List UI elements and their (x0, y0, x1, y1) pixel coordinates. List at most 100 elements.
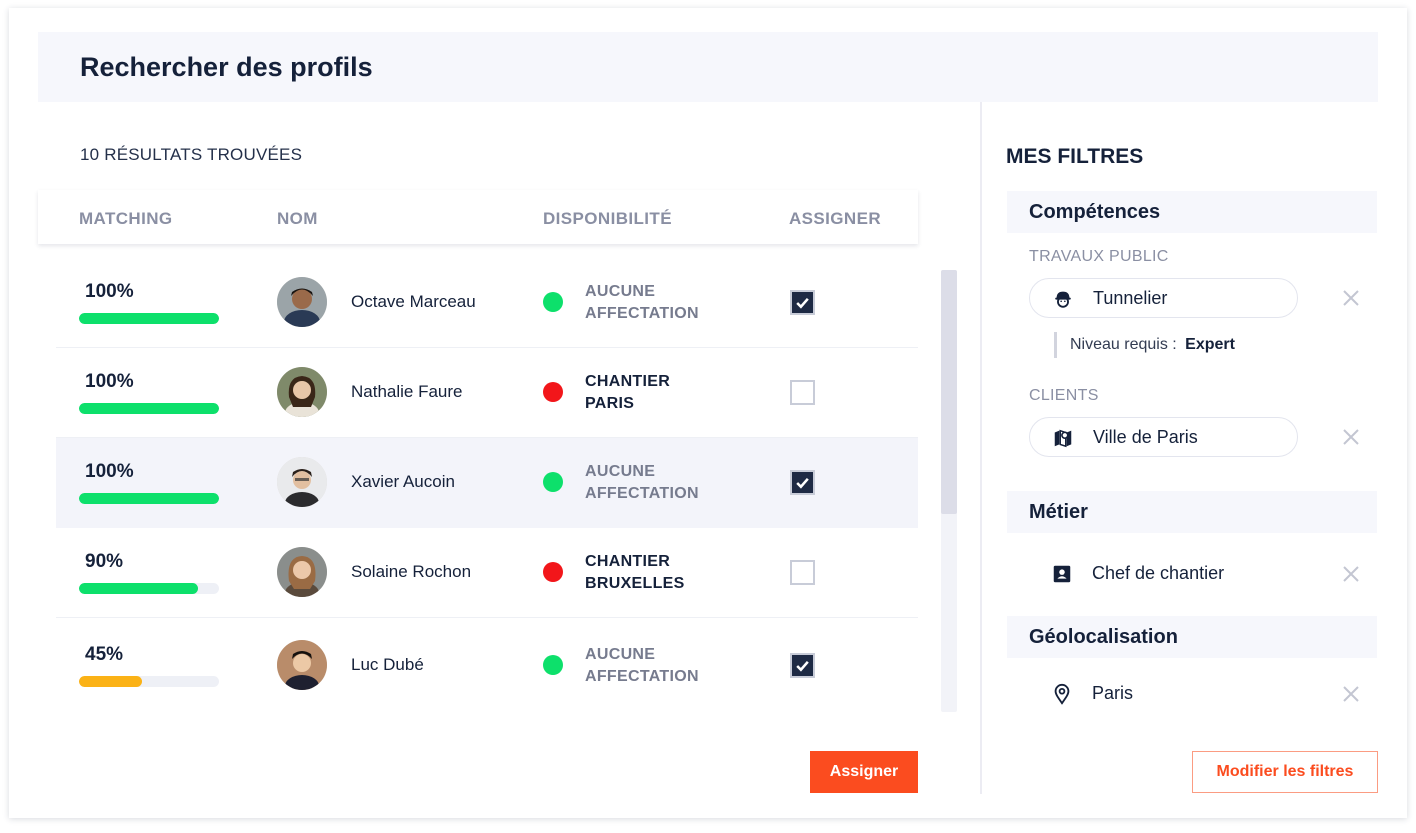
niveau-label: Niveau requis : (1070, 336, 1177, 353)
table-row: 100% Nathalie Faure CHANTIER PARIS (56, 348, 918, 438)
section-label: Compétences (1029, 201, 1161, 223)
modify-filters-button[interactable]: Modifier les filtres (1192, 751, 1378, 793)
assign-checkbox[interactable] (790, 290, 815, 315)
matching-percent: 100% (85, 371, 134, 392)
filter-section-metier: Métier (1007, 491, 1377, 533)
avatar (277, 367, 327, 417)
close-icon[interactable] (1341, 564, 1361, 584)
availability-dot (543, 292, 563, 312)
filters-title: MES FILTRES (1006, 145, 1144, 168)
assign-checkbox[interactable] (790, 653, 815, 678)
avatar (277, 457, 327, 507)
assign-button[interactable]: Assigner (810, 751, 918, 793)
checkmark-icon (796, 660, 809, 672)
availability-status: CHANTIER PARIS (585, 371, 715, 415)
avatar (277, 640, 327, 690)
status-line-2: AFFECTATION (585, 668, 699, 685)
matching-bar (79, 403, 219, 414)
matching-percent: 90% (85, 551, 124, 572)
filter-item-chef-de-chantier[interactable]: Chef de chantier (1029, 554, 1298, 594)
filter-chip-ville-de-paris[interactable]: Ville de Paris (1029, 417, 1298, 457)
profile-name[interactable]: Xavier Aucoin (351, 472, 455, 492)
profile-name[interactable]: Nathalie Faure (351, 382, 463, 402)
results-list: 100% Octave Marceau AUCUNE AFFECTATION 1… (56, 258, 918, 713)
matching-bar-fill (79, 583, 198, 594)
matching-bar (79, 676, 219, 687)
availability-status: AUCUNE AFFECTATION (585, 461, 715, 505)
status-line-2: AFFECTATION (585, 305, 699, 322)
travaux-public-label: TRAVAUX PUBLIC (1029, 248, 1169, 265)
filter-item-paris[interactable]: Paris (1029, 674, 1298, 714)
availability-dot (543, 472, 563, 492)
page-header: Rechercher des profils (38, 32, 1378, 102)
niveau-requis: Niveau requis : Expert (1054, 332, 1235, 358)
status-line-1: AUCUNE (585, 646, 656, 663)
filter-item-label: Paris (1092, 683, 1134, 703)
matching-percent: 100% (85, 461, 134, 482)
matching-bar (79, 313, 219, 324)
status-line-2: AFFECTATION (585, 485, 699, 502)
matching-bar-fill (79, 313, 219, 324)
filter-section-geolocalisation: Géolocalisation (1007, 616, 1377, 658)
availability-status: AUCUNE AFFECTATION (585, 281, 715, 325)
profile-name[interactable]: Luc Dubé (351, 655, 424, 675)
matching-bar (79, 583, 219, 594)
clients-label: CLIENTS (1029, 387, 1099, 404)
results-scrollbar[interactable] (941, 270, 957, 712)
niveau-value: Expert (1185, 336, 1235, 353)
matching-percent: 45% (85, 644, 124, 665)
map-pin-icon (1054, 429, 1072, 448)
filter-section-competences: Compétences (1007, 191, 1377, 233)
status-line-1: CHANTIER (585, 553, 671, 570)
section-label: Métier (1029, 501, 1088, 523)
table-header: MATCHING NOM DISPONIBILITÉ ASSIGNER (38, 190, 918, 244)
assign-checkbox[interactable] (790, 560, 815, 585)
profile-name[interactable]: Octave Marceau (351, 292, 476, 312)
matching-bar-fill (79, 403, 219, 414)
assign-checkbox[interactable] (790, 470, 815, 495)
table-row: 90% Solaine Rochon CHANTIER BRUXELLES (56, 528, 918, 618)
filter-chip-label: Ville de Paris (1093, 427, 1198, 447)
scrollbar-thumb[interactable] (941, 270, 957, 514)
checkmark-icon (796, 477, 809, 489)
status-line-1: AUCUNE (585, 283, 656, 300)
status-line-1: CHANTIER (585, 373, 671, 390)
matching-bar-fill (79, 676, 142, 687)
availability-status: CHANTIER BRUXELLES (585, 551, 715, 595)
page-title: Rechercher des profils (80, 52, 373, 82)
availability-dot (543, 562, 563, 582)
filter-chip-tunnelier[interactable]: Tunnelier (1029, 278, 1298, 318)
column-disponibilite: DISPONIBILITÉ (543, 209, 672, 228)
avatar (277, 277, 327, 327)
profile-name[interactable]: Solaine Rochon (351, 562, 471, 582)
status-line-2: PARIS (585, 395, 635, 412)
panel-divider (980, 102, 982, 794)
worker-helmet-icon (1055, 291, 1071, 308)
filter-item-label: Chef de chantier (1092, 563, 1225, 583)
status-line-1: AUCUNE (585, 463, 656, 480)
status-line-2: BRUXELLES (585, 575, 685, 592)
column-nom: NOM (277, 209, 318, 228)
matching-bar (79, 493, 219, 504)
checkmark-icon (796, 297, 809, 309)
column-assigner: ASSIGNER (789, 209, 881, 228)
availability-dot (543, 382, 563, 402)
table-row: 45% Luc Dubé AUCUNE AFFECTATION (56, 621, 918, 711)
close-icon[interactable] (1341, 427, 1361, 447)
availability-status: AUCUNE AFFECTATION (585, 644, 715, 688)
table-row: 100% Octave Marceau AUCUNE AFFECTATION (56, 258, 918, 348)
location-pin-icon (1054, 683, 1070, 705)
close-icon[interactable] (1341, 684, 1361, 704)
matching-bar-fill (79, 493, 219, 504)
section-label: Géolocalisation (1029, 626, 1178, 648)
results-count: 10 RÉSULTATS TROUVÉES (80, 145, 303, 164)
table-row: 100% Xavier Aucoin AUCUNE AFFECTATION (56, 438, 918, 528)
avatar (277, 547, 327, 597)
close-icon[interactable] (1341, 288, 1361, 308)
filter-chip-label: Tunnelier (1093, 288, 1168, 308)
assign-checkbox[interactable] (790, 380, 815, 405)
column-matching: MATCHING (79, 209, 173, 228)
id-badge-icon (1053, 565, 1071, 583)
availability-dot (543, 655, 563, 675)
matching-percent: 100% (85, 281, 134, 302)
